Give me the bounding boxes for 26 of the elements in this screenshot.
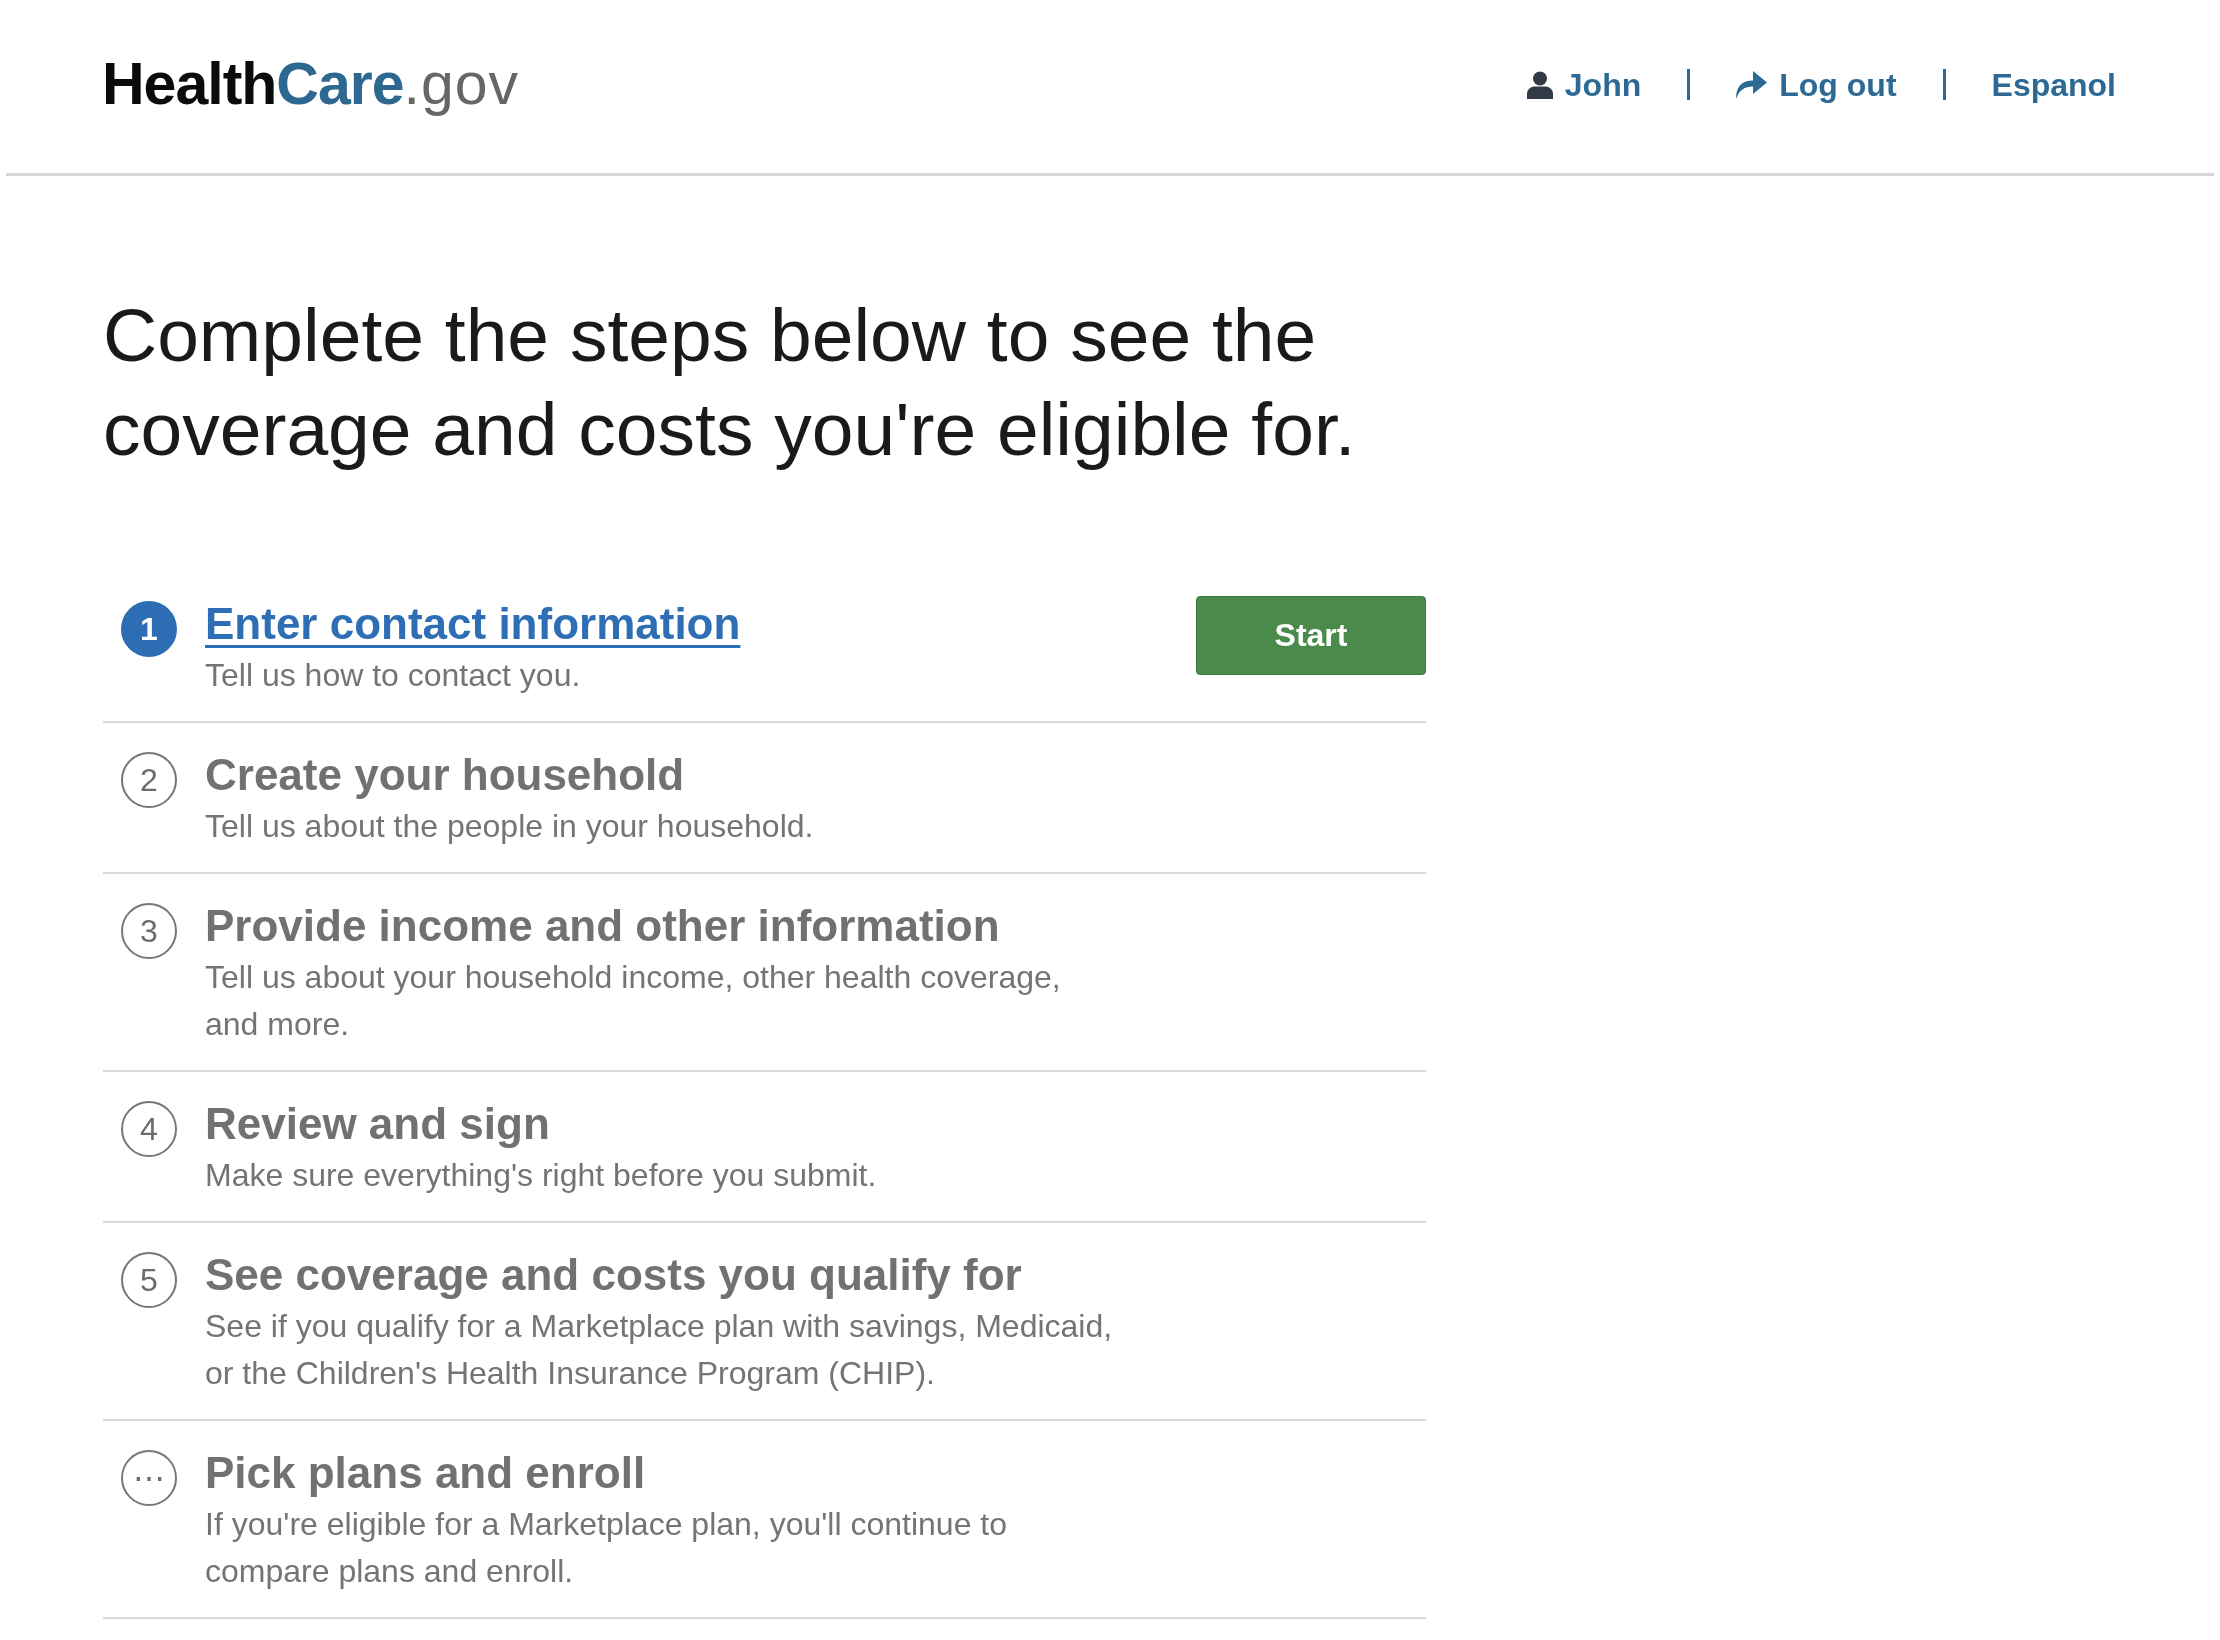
step-link[interactable]: Enter contact information bbox=[205, 596, 741, 652]
step-title: Pick plans and enroll bbox=[205, 1447, 646, 1499]
language-link[interactable]: Espanol bbox=[1991, 64, 2116, 105]
curved-arrow-icon bbox=[1736, 70, 1768, 99]
step-marker: 1 bbox=[121, 601, 177, 657]
user-name-link[interactable]: John bbox=[1526, 64, 1642, 105]
person-icon bbox=[1526, 70, 1553, 99]
step-title: See coverage and costs you qualify for bbox=[205, 1249, 1022, 1301]
step-title: Review and sign bbox=[205, 1098, 550, 1150]
step-description: See if you qualify for a Marketplace plan with savings, Medicaid, or the Children's Health Insurance Program (CHIP). bbox=[205, 1307, 1114, 1393]
page-heading: Complete the steps below to see the coverage and costs you're eligible for. bbox=[103, 292, 1357, 473]
step-marker: 2 bbox=[121, 752, 177, 808]
step-description: If you're eligible for a Marketplace plan, you'll continue to compare plans and enroll. bbox=[205, 1505, 1008, 1591]
step-title: Create your household bbox=[205, 749, 685, 801]
log-out-link[interactable]: Log out bbox=[1736, 64, 1897, 105]
step-marker: 5 bbox=[121, 1252, 177, 1308]
start-button[interactable]: Start bbox=[1196, 596, 1426, 675]
step-description: Tell us about the people in your household. bbox=[205, 807, 814, 846]
step-title: Provide income and other information bbox=[205, 900, 1000, 952]
step-marker: 3 bbox=[121, 903, 177, 959]
step-marker: 4 bbox=[121, 1101, 177, 1157]
site-logo[interactable]: HealthCare.gov bbox=[102, 55, 520, 114]
step-description: Make sure everything's right before you submit. bbox=[205, 1156, 877, 1195]
step-description: Tell us about your household income, other health coverage, and more. bbox=[205, 958, 1062, 1044]
step-description: Tell us how to contact you. bbox=[205, 656, 581, 695]
step-marker: ⋯ bbox=[121, 1450, 177, 1506]
